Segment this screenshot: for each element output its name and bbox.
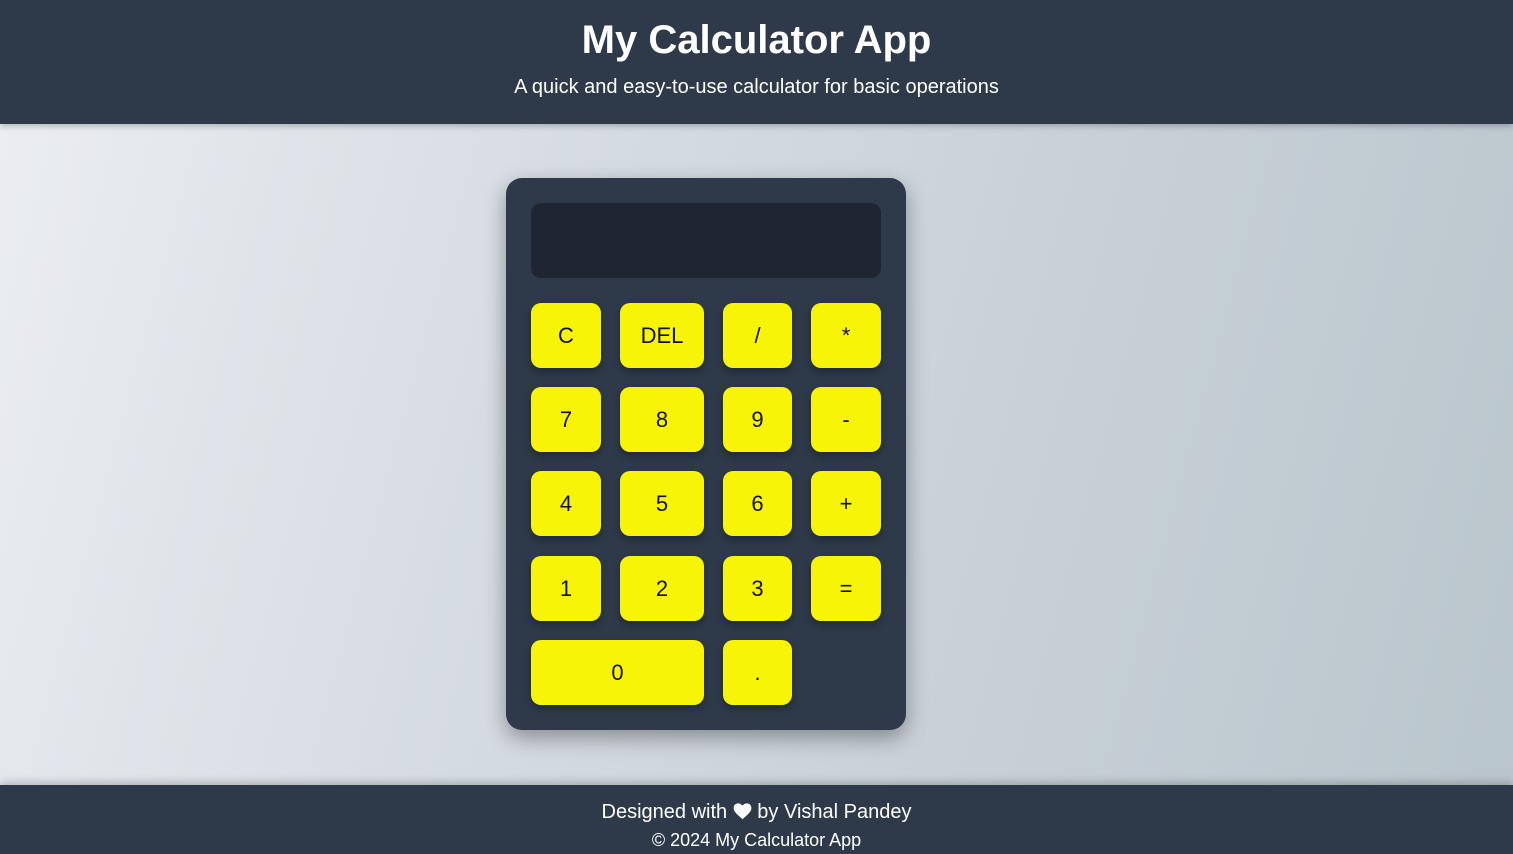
- add-button[interactable]: +: [811, 471, 881, 536]
- zero-button[interactable]: 0: [531, 640, 704, 705]
- calculator: C DEL / * 7 8 9 - 4 5 6 + 1 2 3 = 0 .: [506, 178, 906, 730]
- seven-button[interactable]: 7: [531, 387, 601, 452]
- eight-button[interactable]: 8: [620, 387, 704, 452]
- app-header: My Calculator App A quick and easy-to-us…: [0, 0, 1513, 124]
- designer-name-text: by Vishal Pandey: [757, 801, 912, 823]
- divide-button[interactable]: /: [723, 303, 792, 368]
- six-button[interactable]: 6: [723, 471, 792, 536]
- nine-button[interactable]: 9: [723, 387, 792, 452]
- designed-by-line: Designed with by Vishal Pandey: [0, 800, 1513, 826]
- multiply-button[interactable]: *: [811, 303, 881, 368]
- two-button[interactable]: 2: [620, 556, 704, 621]
- heart-icon: [733, 802, 752, 826]
- equals-button[interactable]: =: [811, 556, 881, 621]
- designed-with-text: Designed with: [601, 801, 728, 823]
- page-subtitle: A quick and easy-to-use calculator for b…: [514, 76, 999, 98]
- decimal-button[interactable]: .: [723, 640, 792, 705]
- calculator-display[interactable]: [531, 203, 881, 278]
- five-button[interactable]: 5: [620, 471, 704, 536]
- one-button[interactable]: 1: [531, 556, 601, 621]
- copyright-text: © 2024 My Calculator App: [651, 830, 862, 850]
- four-button[interactable]: 4: [531, 471, 601, 536]
- three-button[interactable]: 3: [723, 556, 792, 621]
- page-title: My Calculator App: [581, 18, 932, 62]
- delete-button[interactable]: DEL: [620, 303, 704, 368]
- clear-button[interactable]: C: [531, 303, 601, 368]
- app-footer: Designed with by Vishal Pandey © 2024 My…: [0, 785, 1513, 854]
- subtract-button[interactable]: -: [811, 387, 881, 452]
